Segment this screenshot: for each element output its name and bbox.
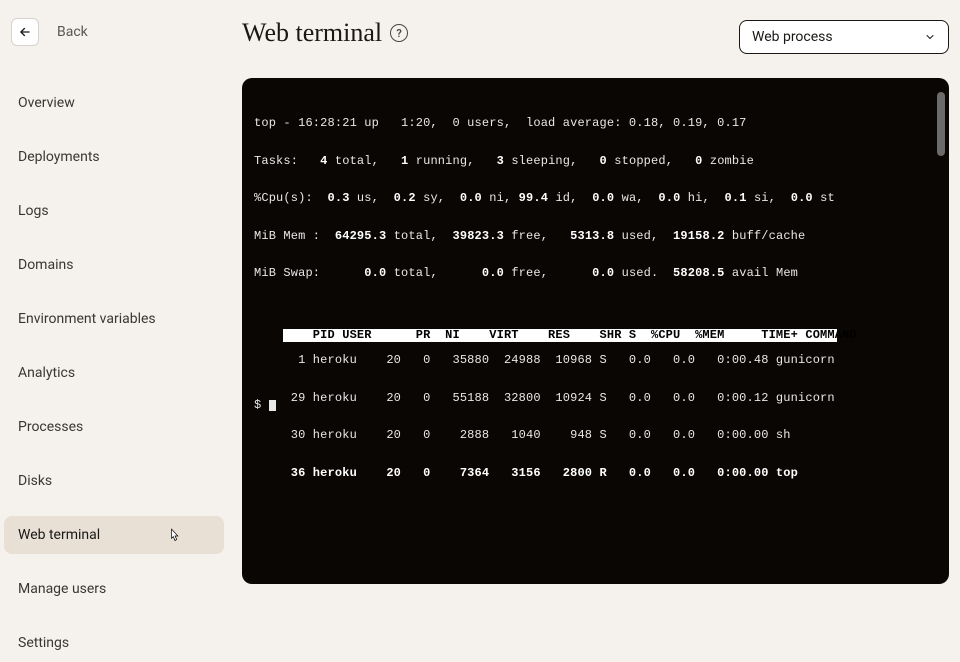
sidebar-item-settings[interactable]: Settings [4, 624, 224, 662]
sidebar-item-label: Logs [18, 203, 49, 219]
terminal-line: Tasks: 4 total, 1 running, 3 sleeping, 0… [254, 155, 937, 168]
sidebar-item-environment-variables[interactable]: Environment variables [4, 300, 224, 338]
sidebar-item-label: Disks [18, 473, 52, 489]
back-arrow-icon [11, 18, 39, 46]
page-title: Web terminal [242, 18, 382, 48]
sidebar-item-label: Settings [18, 635, 69, 651]
terminal-prompt[interactable]: $ [254, 399, 276, 412]
sidebar-item-label: Domains [18, 257, 73, 273]
sidebar-item-analytics[interactable]: Analytics [4, 354, 224, 392]
back-label: Back [57, 24, 88, 40]
process-row: 36 heroku 20 0 7364 3156 2800 R 0.0 0.0 … [254, 467, 937, 480]
sidebar-item-label: Environment variables [18, 311, 156, 327]
sidebar: Overview Deployments Logs Domains Enviro… [0, 78, 228, 596]
terminal-line: %Cpu(s): 0.3 us, 0.2 sy, 0.0 ni, 99.4 id… [254, 192, 937, 205]
sidebar-item-overview[interactable]: Overview [4, 84, 224, 122]
sidebar-item-label: Processes [18, 419, 83, 435]
terminal-line: MiB Mem : 64295.3 total, 39823.3 free, 5… [254, 230, 937, 243]
sidebar-item-label: Manage users [18, 581, 106, 597]
cursor-block-icon [269, 400, 276, 411]
terminal-output[interactable]: top - 16:28:21 up 1:20, 0 users, load av… [242, 78, 949, 584]
terminal-line: MiB Swap: 0.0 total, 0.0 free, 0.0 used.… [254, 267, 937, 280]
back-button[interactable]: Back [11, 18, 88, 46]
sidebar-item-label: Web terminal [18, 527, 100, 543]
help-icon[interactable]: ? [390, 24, 408, 42]
sidebar-item-manage-users[interactable]: Manage users [4, 570, 224, 608]
process-row: 1 heroku 20 0 35880 24988 10968 S 0.0 0.… [254, 354, 937, 367]
sidebar-item-processes[interactable]: Processes [4, 408, 224, 446]
pointer-cursor-icon [168, 528, 182, 548]
process-select-label: Web process [752, 29, 833, 45]
scrollbar[interactable] [937, 92, 945, 156]
sidebar-item-deployments[interactable]: Deployments [4, 138, 224, 176]
terminal-line: top - 16:28:21 up 1:20, 0 users, load av… [254, 117, 937, 130]
sidebar-item-web-terminal[interactable]: Web terminal [4, 516, 224, 554]
sidebar-item-label: Analytics [18, 365, 75, 381]
process-row: 29 heroku 20 0 55188 32800 10924 S 0.0 0… [254, 392, 937, 405]
process-row: 30 heroku 20 0 2888 1040 948 S 0.0 0.0 0… [254, 429, 937, 442]
process-table-header: PID USER PR NI VIRT RES SHR S %CPU %MEM … [283, 329, 837, 342]
sidebar-item-domains[interactable]: Domains [4, 246, 224, 284]
sidebar-item-disks[interactable]: Disks [4, 462, 224, 500]
process-select[interactable]: Web process [739, 20, 949, 54]
sidebar-item-label: Overview [18, 95, 75, 111]
chevron-down-icon [924, 31, 936, 43]
sidebar-item-label: Deployments [18, 149, 100, 165]
sidebar-item-logs[interactable]: Logs [4, 192, 224, 230]
